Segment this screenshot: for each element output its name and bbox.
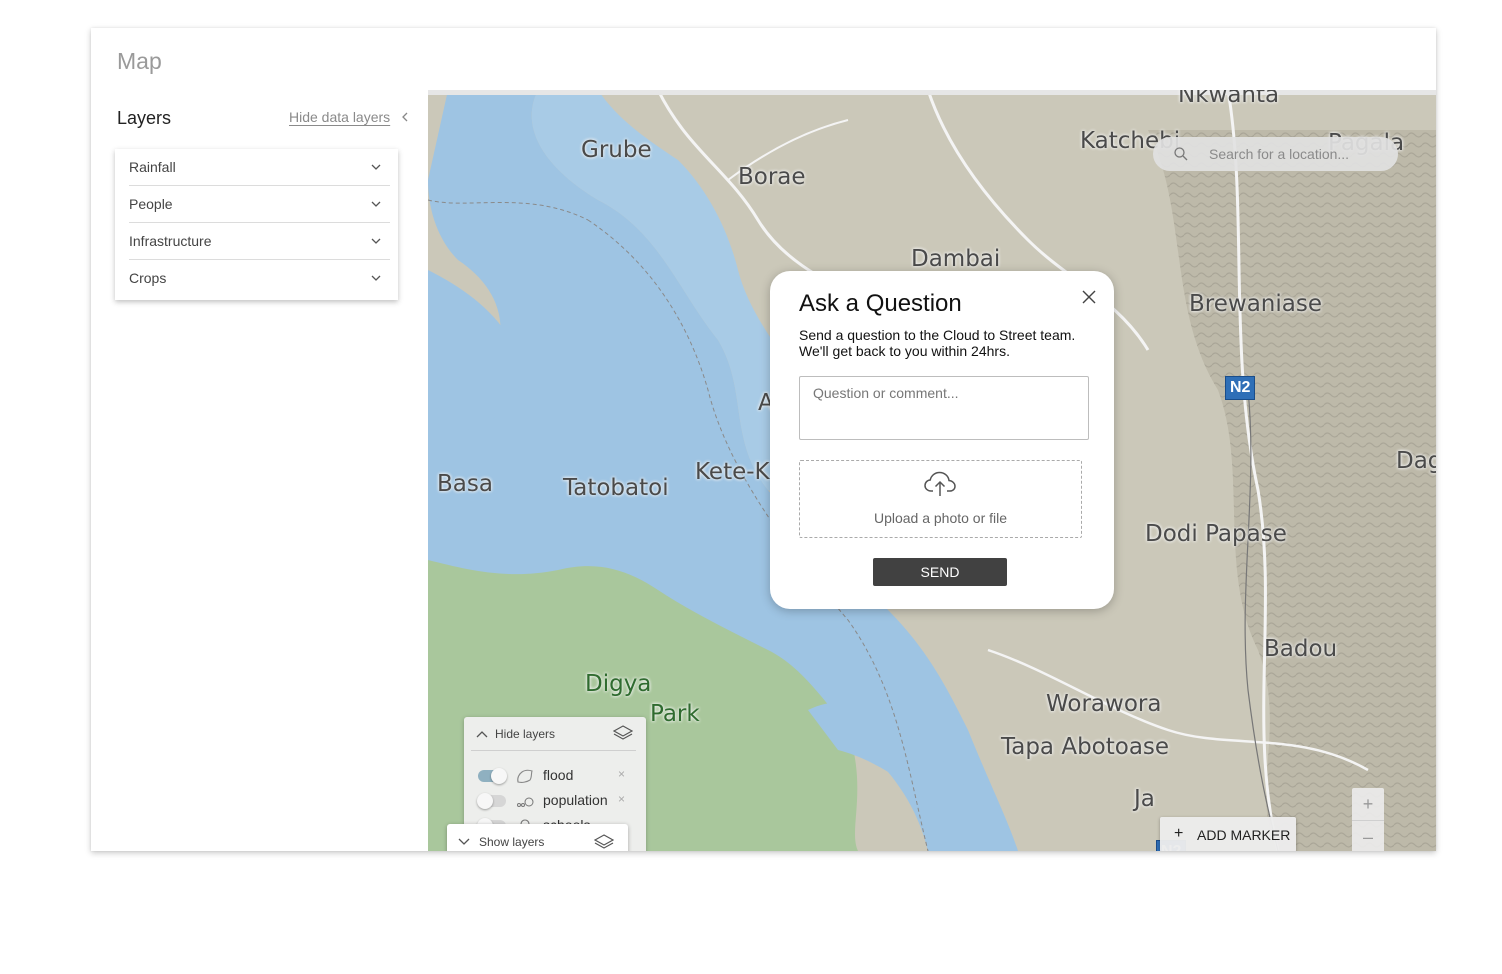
- map-place-label: Worawora: [1046, 691, 1162, 717]
- map-place-label: Nkwanta: [1178, 90, 1280, 108]
- add-marker-button[interactable]: + ADD MARKER: [1160, 817, 1296, 851]
- app-window: Map Layers Hide data layers Rainfall Peo…: [91, 28, 1436, 851]
- flood-area-icon: [517, 769, 533, 783]
- layer-category-label: Rainfall: [129, 159, 176, 175]
- map-place-label: Borae: [738, 164, 806, 190]
- layer-name: population: [543, 792, 608, 808]
- zoom-in-button[interactable]: +: [1352, 788, 1384, 821]
- layer-category-rainfall[interactable]: Rainfall: [129, 149, 390, 186]
- toggle-knob: [477, 793, 493, 809]
- map-place-label: Grube: [581, 137, 652, 163]
- chevron-down-icon: [371, 164, 381, 170]
- chevron-down-icon: [371, 275, 381, 281]
- map-place-label: Badou: [1264, 636, 1338, 662]
- map-place-label: Ja: [1134, 786, 1155, 812]
- dialog-subtitle: Send a question to the Cloud to Street t…: [799, 327, 1076, 359]
- remove-layer-icon[interactable]: ×: [618, 767, 625, 781]
- layers-heading: Layers: [117, 108, 172, 128]
- map-place-label: Dambai: [911, 246, 1001, 272]
- map-place-label: Brewaniase: [1189, 291, 1322, 317]
- upload-dropzone[interactable]: Upload a photo or file: [799, 460, 1082, 538]
- search-icon: [1174, 147, 1188, 161]
- population-toggle[interactable]: [477, 793, 506, 809]
- map-place-label: Tapa Abotoase: [1001, 734, 1170, 760]
- add-marker-label: ADD MARKER: [1197, 827, 1291, 843]
- zoom-controls: + –: [1352, 788, 1384, 851]
- map-place-label: Basa: [437, 471, 493, 497]
- layer-category-people[interactable]: People: [129, 186, 390, 223]
- map-place-label: Digya: [585, 671, 652, 697]
- flood-toggle[interactable]: [478, 768, 507, 784]
- map-place-label: Dag: [1396, 448, 1436, 474]
- layer-category-label: Crops: [129, 270, 167, 286]
- layer-category-list: Rainfall People Infrastructure Crops: [115, 149, 398, 300]
- map-place-label: Dodi Papase: [1145, 521, 1287, 547]
- map-place-label: Tatobatoi: [563, 475, 669, 501]
- map-top-border: [428, 90, 1436, 95]
- ask-question-dialog: Ask a Question Send a question to the Cl…: [770, 271, 1114, 609]
- chevron-down-icon: [371, 201, 381, 207]
- show-layers-label: Show layers: [479, 835, 545, 849]
- layer-name: flood: [543, 767, 574, 783]
- chevron-down-icon: [458, 838, 470, 845]
- layer-row-population: population ×: [477, 791, 638, 811]
- population-dots-icon: [517, 797, 534, 807]
- map-canvas[interactable]: Nkwanta Katchebi Pagala Grube Borae Damb…: [428, 90, 1436, 851]
- show-layers-button[interactable]: Show layers: [447, 824, 628, 851]
- location-search[interactable]: [1153, 137, 1398, 171]
- search-input[interactable]: [1207, 145, 1381, 163]
- map-place-label: Kete-K: [695, 459, 770, 485]
- close-icon[interactable]: [1081, 289, 1097, 305]
- chevron-up-icon: [476, 731, 488, 738]
- hide-data-layers-link[interactable]: Hide data layers: [289, 109, 390, 125]
- toggle-knob: [491, 768, 507, 784]
- layer-row-flood: flood ×: [478, 766, 638, 786]
- layer-category-label: Infrastructure: [129, 233, 212, 249]
- chevron-down-icon: [371, 238, 381, 244]
- layers-stack-icon: [613, 725, 633, 740]
- upload-label: Upload a photo or file: [873, 510, 1008, 526]
- question-field[interactable]: [799, 376, 1089, 440]
- road-shield: N2: [1225, 376, 1256, 400]
- page-title: Map: [117, 48, 162, 74]
- hide-layers-label: Hide layers: [495, 727, 556, 741]
- hide-layers-header[interactable]: Hide layers: [471, 717, 636, 751]
- layers-stack-icon: [594, 834, 614, 849]
- zoom-out-button[interactable]: –: [1352, 821, 1384, 851]
- send-button[interactable]: SEND: [873, 558, 1007, 586]
- layer-category-label: People: [129, 196, 173, 212]
- remove-layer-icon[interactable]: ×: [618, 792, 625, 806]
- chevron-left-icon[interactable]: [399, 111, 411, 123]
- layer-category-crops[interactable]: Crops: [129, 260, 390, 296]
- dialog-title: Ask a Question: [799, 290, 962, 317]
- layer-category-infrastructure[interactable]: Infrastructure: [129, 223, 390, 260]
- plus-icon: +: [1174, 825, 1184, 842]
- map-place-label: Park: [650, 701, 700, 727]
- cloud-upload-icon: [924, 471, 956, 496]
